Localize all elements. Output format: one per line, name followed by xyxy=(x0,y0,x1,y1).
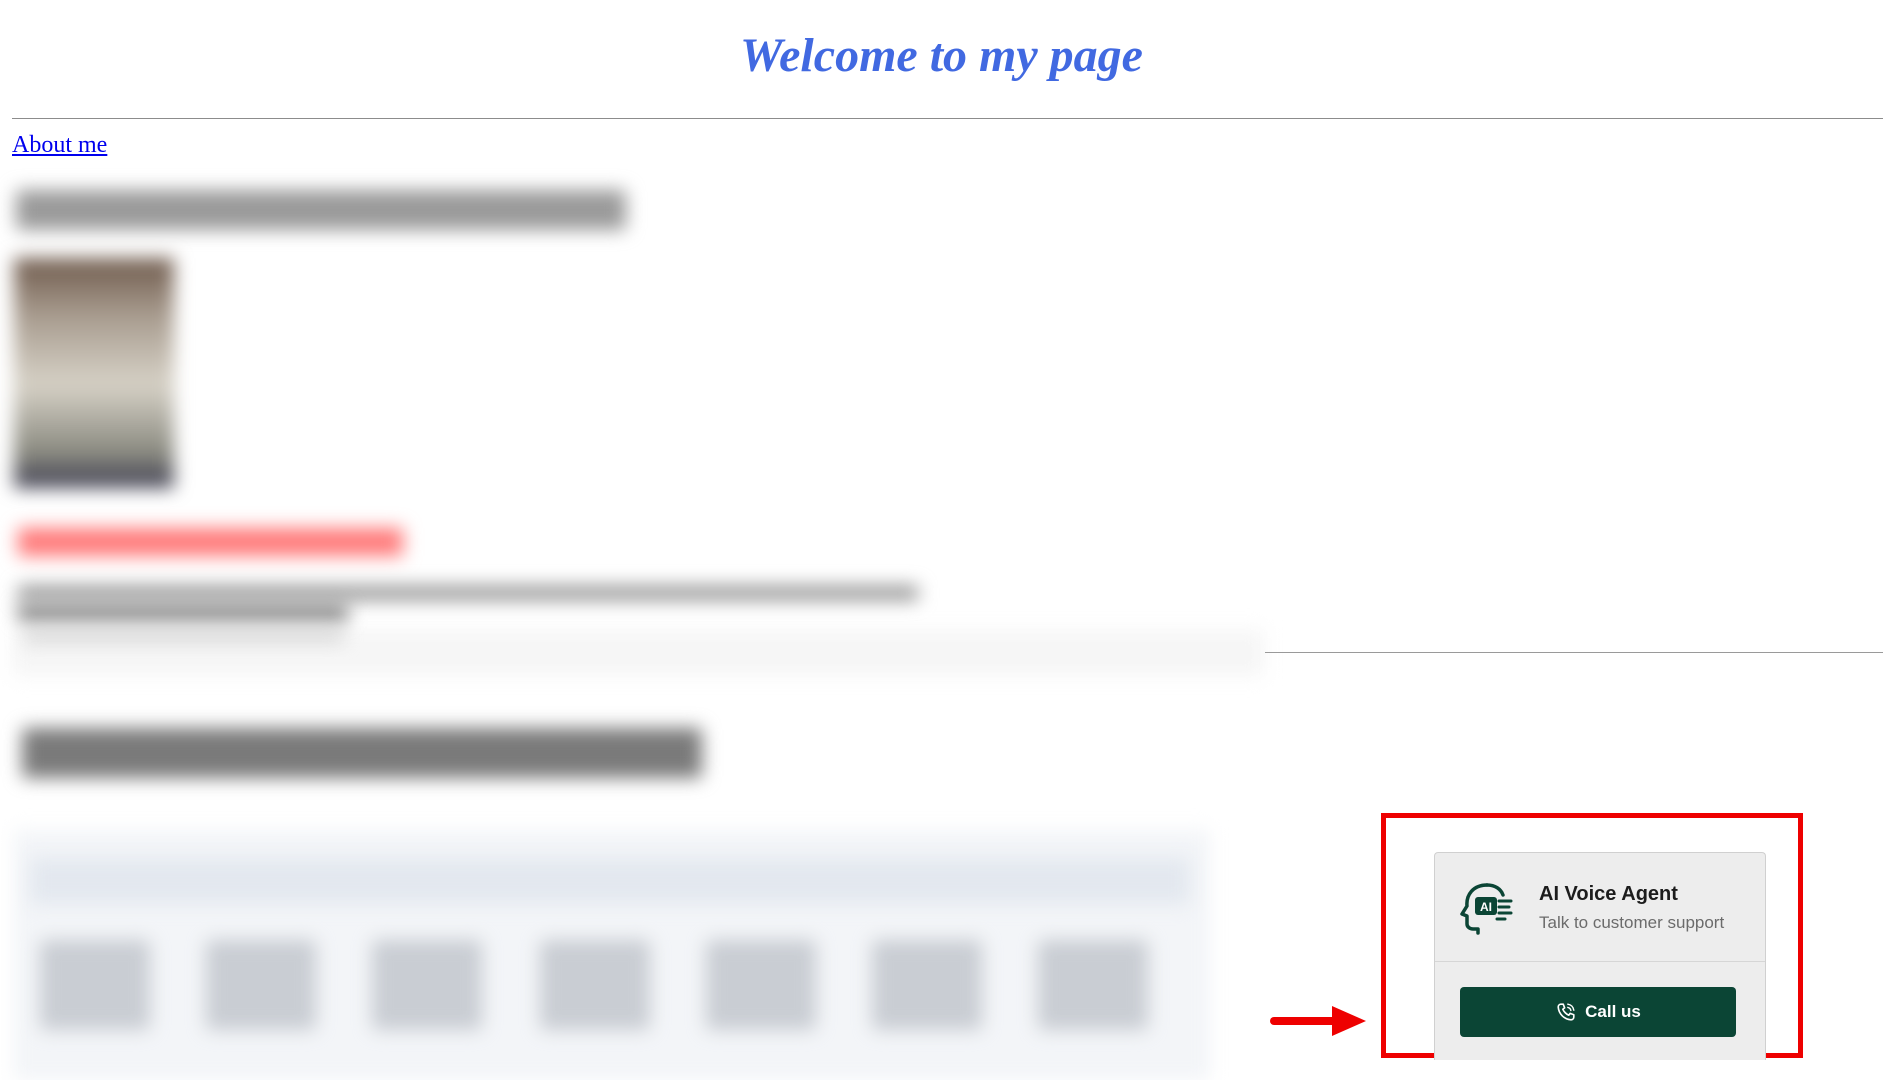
blurred-text-line xyxy=(24,632,344,640)
divider xyxy=(12,118,1883,119)
widget-subtitle: Talk to customer support xyxy=(1539,913,1725,932)
svg-text:AI: AI xyxy=(1480,900,1492,914)
blurred-text-line xyxy=(18,586,918,600)
ai-head-icon: AI xyxy=(1460,883,1513,935)
red-arrow-icon xyxy=(1270,1006,1366,1036)
blurred-section-heading xyxy=(22,728,702,778)
blurred-text-line xyxy=(18,606,348,620)
blurred-panel-cell xyxy=(540,940,650,1030)
blurred-panel-cell xyxy=(872,940,982,1030)
widget-header: AI AI Voice Agent Talk to customer suppo… xyxy=(1435,853,1765,962)
blurred-panel-cell xyxy=(706,940,816,1030)
blurred-panel-cell xyxy=(40,940,150,1030)
phone-icon xyxy=(1557,1003,1575,1021)
ai-voice-agent-widget: AI AI Voice Agent Talk to customer suppo… xyxy=(1434,852,1766,1060)
blurred-panel-cell xyxy=(206,940,316,1030)
blurred-red-text xyxy=(18,528,403,556)
blurred-panel-cell xyxy=(372,940,482,1030)
blurred-profile-photo xyxy=(14,258,174,488)
blurred-heading xyxy=(16,190,626,230)
page-title: Welcome to my page xyxy=(740,29,1143,82)
about-me-link[interactable]: About me xyxy=(12,132,107,159)
widget-title: AI Voice Agent xyxy=(1539,883,1678,905)
divider xyxy=(1265,652,1883,653)
blurred-panel-cell xyxy=(1038,940,1148,1030)
blurred-panel-toolbar xyxy=(30,858,1190,904)
call-us-button[interactable]: Call us xyxy=(1460,987,1736,1037)
call-us-label: Call us xyxy=(1585,1002,1641,1021)
